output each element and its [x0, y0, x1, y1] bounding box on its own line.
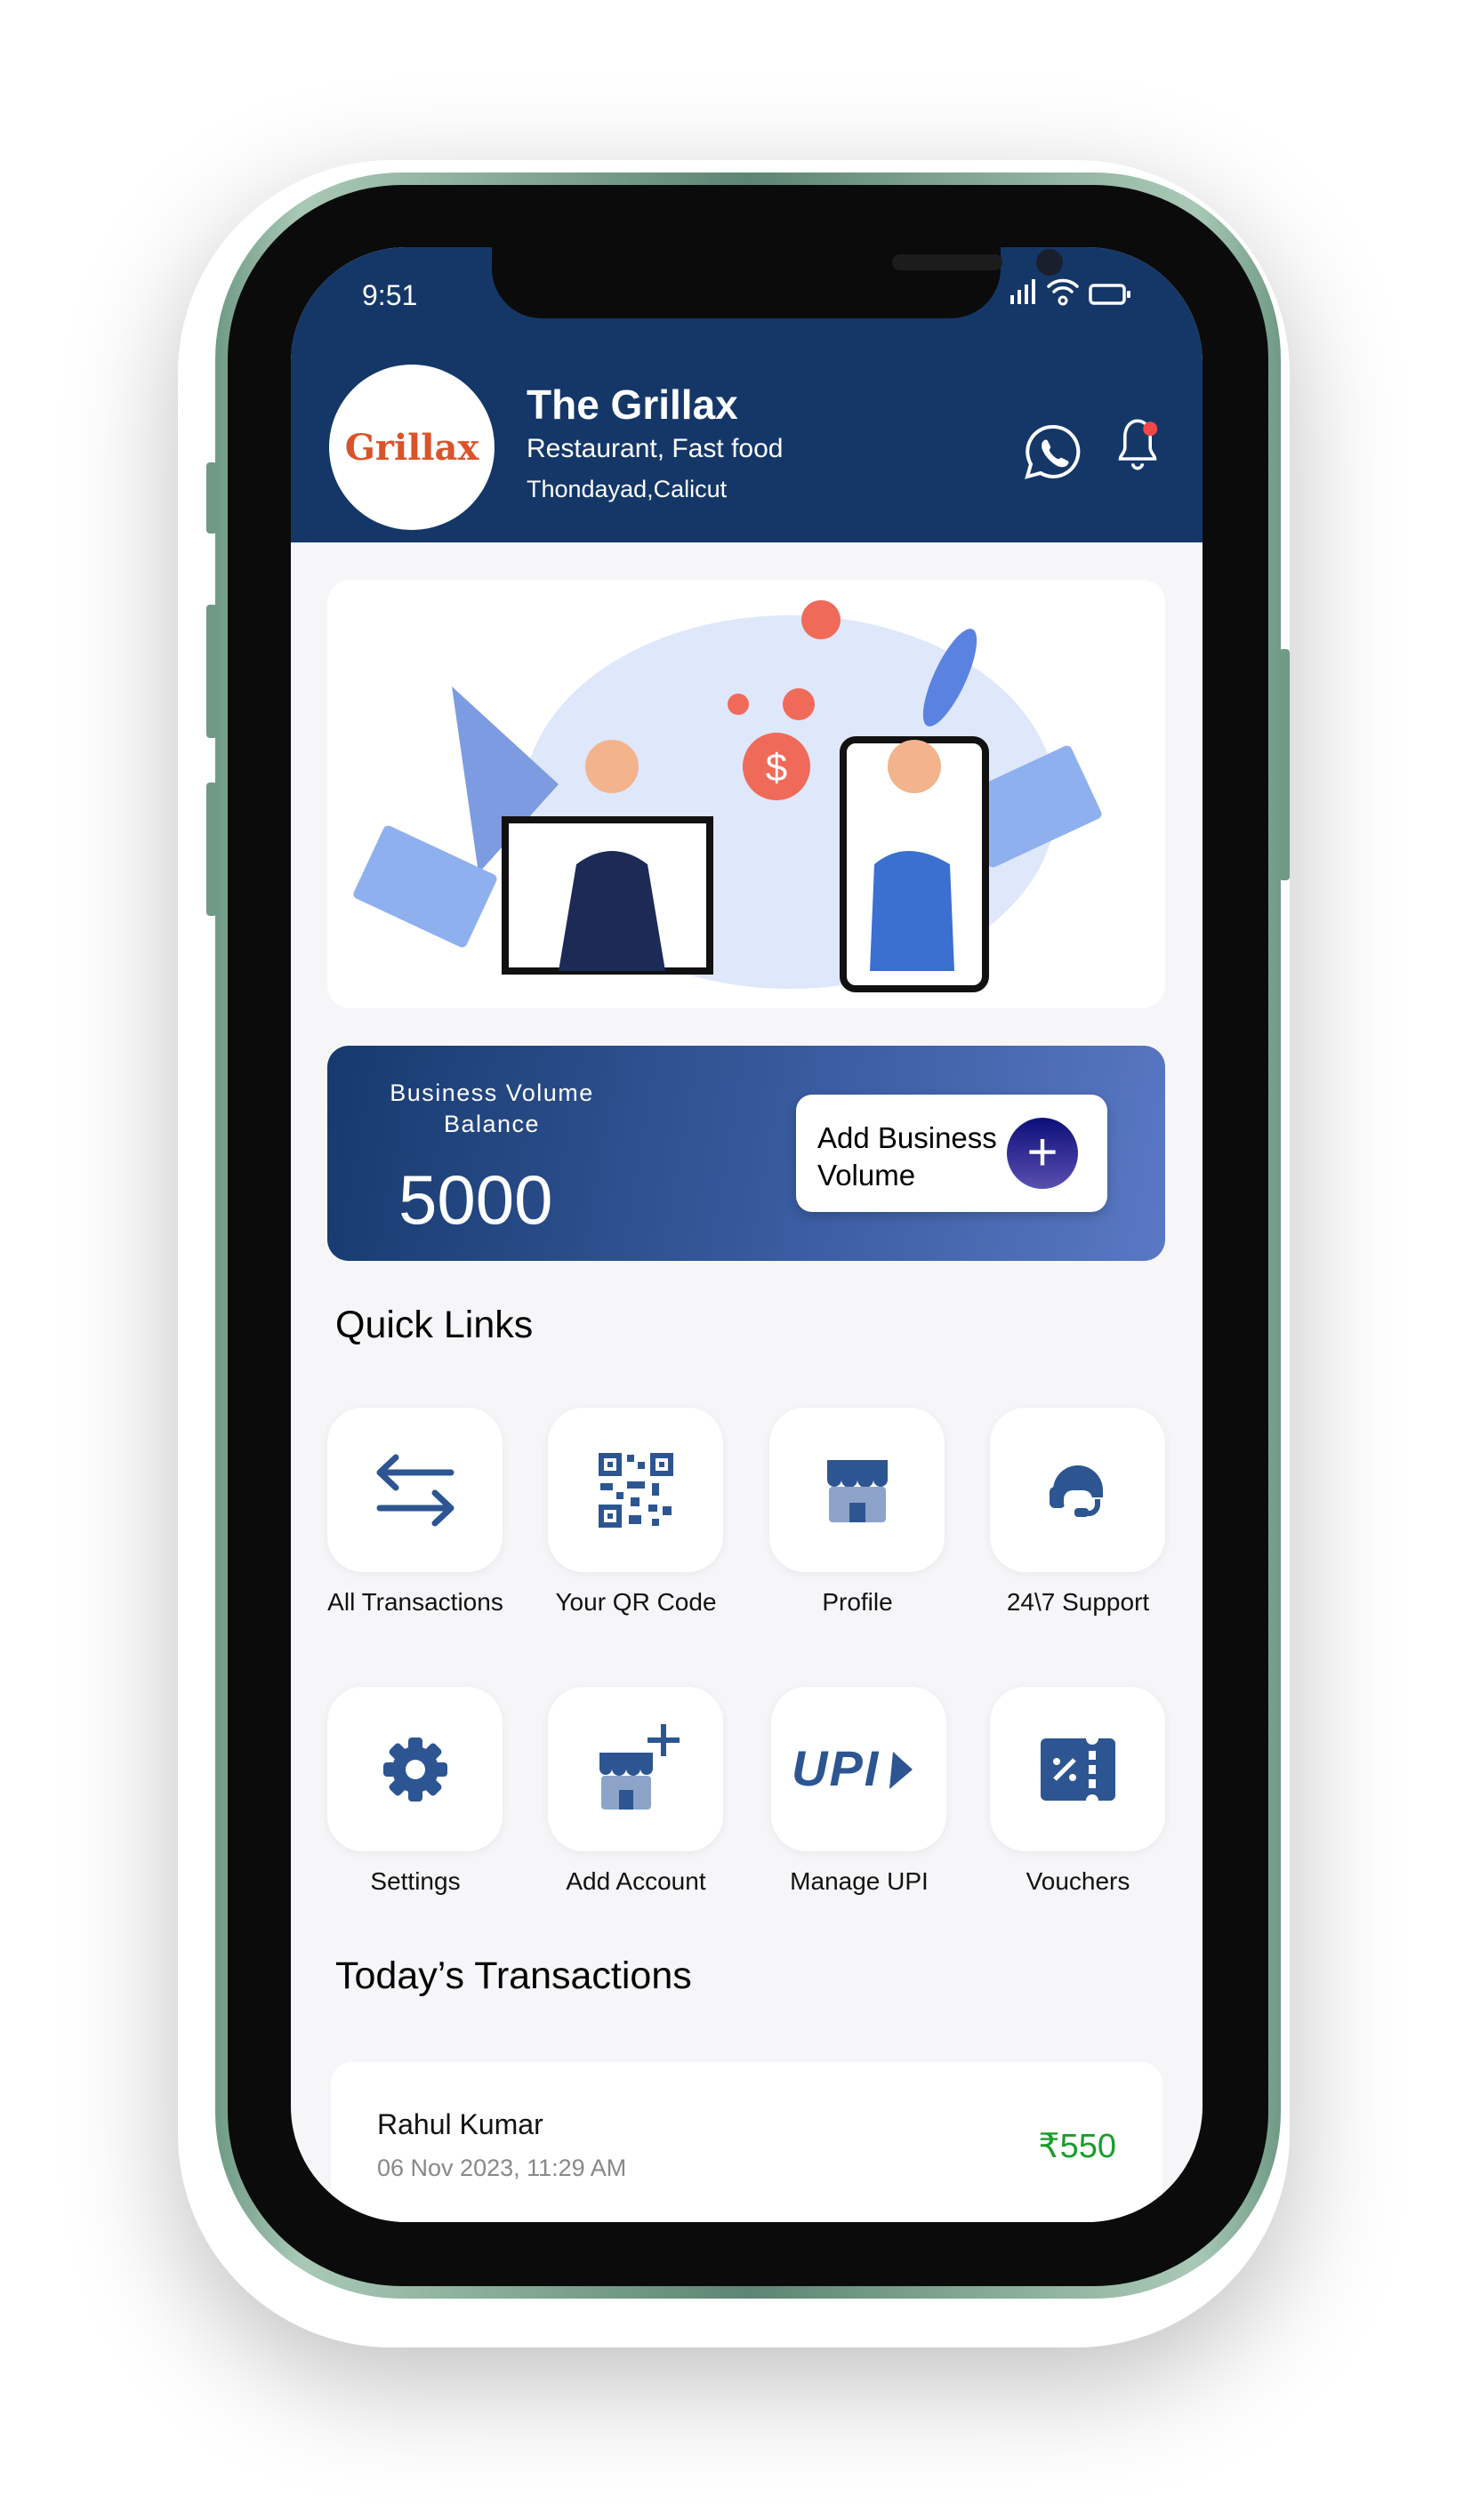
speaker — [892, 254, 1002, 270]
signal-icon — [1010, 279, 1035, 304]
business-category: Restaurant, Fast food — [527, 434, 784, 463]
volume-up-button — [206, 605, 217, 738]
transaction-date: 06 Nov 2023, 11:29 AM — [377, 2155, 627, 2181]
quick-link-label: Settings — [370, 1867, 461, 1895]
balance-label: Business Volume Balance — [390, 1079, 594, 1137]
camera — [1036, 249, 1063, 276]
quick-link-support[interactable] — [990, 1408, 1165, 1572]
logo-text: Grillax — [344, 426, 479, 469]
battery-icon — [1089, 284, 1130, 305]
quick-link-label: Vouchers — [1026, 1867, 1130, 1895]
qr-code-icon — [598, 1452, 673, 1528]
quick-links-title: Quick Links — [335, 1304, 534, 1346]
headset-icon — [1049, 1465, 1103, 1517]
balance-value: 5000 — [398, 1160, 553, 1239]
volume-down-button — [206, 782, 217, 916]
quick-link-all-transactions[interactable] — [327, 1408, 503, 1572]
quick-link-profile[interactable] — [769, 1408, 945, 1572]
quick-link-vouchers[interactable] — [990, 1687, 1165, 1851]
add-business-volume-label: Add Business Volume — [817, 1121, 997, 1192]
status-time: 9:51 — [362, 279, 418, 311]
status-icons — [1009, 276, 1131, 306]
gear-icon — [382, 1737, 447, 1802]
quick-link-settings[interactable] — [327, 1687, 503, 1851]
whatsapp-icon[interactable] — [1024, 423, 1081, 480]
svg-text:$: $ — [766, 746, 787, 790]
quick-link-label: 24\7 Support — [1006, 1588, 1150, 1616]
quick-link-qr-code[interactable] — [548, 1408, 723, 1572]
todays-transactions-title: Today’s Transactions — [335, 1954, 692, 1997]
notification-bell-icon[interactable] — [1109, 416, 1166, 473]
mute-switch — [206, 462, 217, 534]
transaction-name: Rahul Kumar — [377, 2108, 543, 2140]
app-header: 9:51 Grillax The Grillax Restaurant, Fas… — [291, 247, 1203, 542]
quick-link-label: Manage UPI — [790, 1867, 929, 1895]
screen: 9:51 Grillax The Grillax Restaurant, Fas… — [291, 247, 1203, 2222]
quick-link-label: Your QR Code — [555, 1588, 717, 1616]
quick-link-manage-upi[interactable]: UPI — [771, 1687, 946, 1851]
transaction-row[interactable]: Rahul Kumar 06 Nov 2023, 11:29 AM ₹550 — [331, 2062, 1162, 2222]
svg-text:UPI: UPI — [792, 1743, 880, 1796]
handshake-illustration: $ — [353, 600, 1102, 992]
quick-link-label: All Transactions — [327, 1588, 503, 1616]
store-icon — [826, 1459, 888, 1522]
transaction-amount: ₹550 — [1038, 2128, 1116, 2165]
balance-card: Business Volume Balance 5000 Add Busines… — [327, 1046, 1165, 1261]
promo-banner: $ — [327, 580, 1165, 1008]
wifi-icon — [1047, 278, 1079, 306]
business-name: The Grillax — [527, 381, 738, 428]
add-store-icon — [599, 1723, 680, 1810]
add-business-volume-button[interactable]: Add Business Volume + — [796, 1095, 1107, 1212]
power-button — [1279, 649, 1290, 880]
quick-link-label: Add Account — [566, 1867, 706, 1895]
transfer-arrows-icon — [376, 1454, 454, 1526]
business-location: Thondayad,Calicut — [527, 476, 728, 502]
upi-icon: UPI — [792, 1743, 913, 1796]
notch — [492, 247, 1063, 318]
voucher-icon — [1040, 1738, 1115, 1801]
quick-link-add-account[interactable] — [548, 1687, 723, 1851]
quick-link-label: Profile — [822, 1588, 893, 1616]
business-logo: Grillax — [329, 365, 495, 530]
plus-icon: + — [1007, 1118, 1078, 1189]
